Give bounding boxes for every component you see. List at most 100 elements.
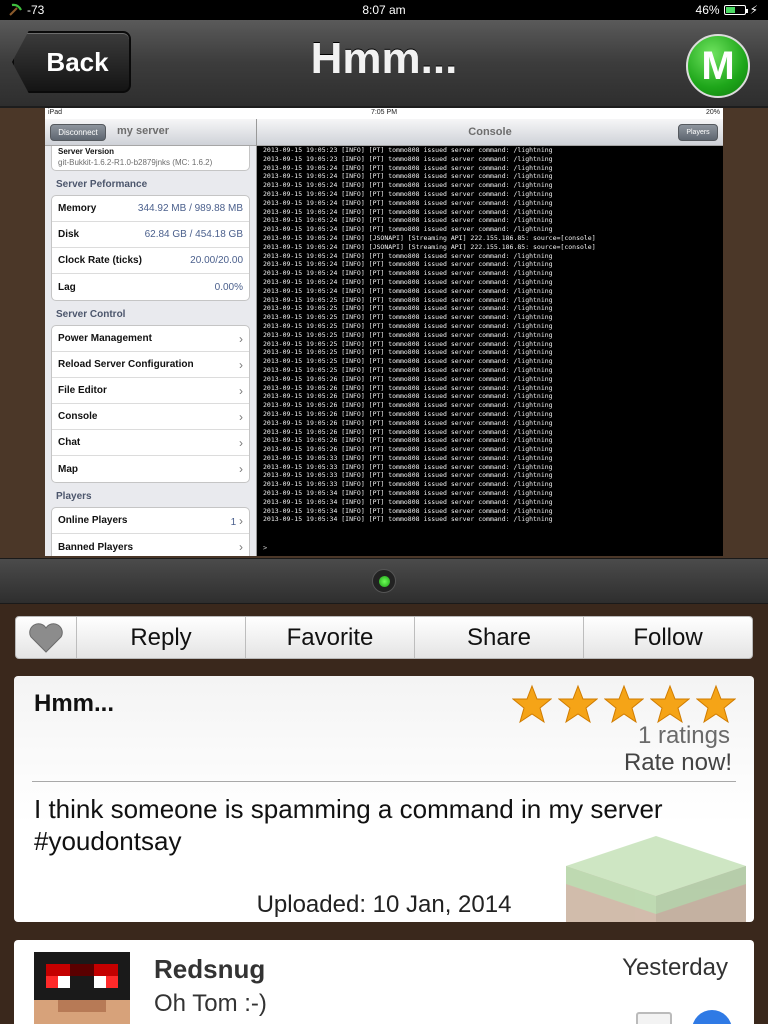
console-line: 2013-09-15 19:05:26 [INFO] [PT] tommo808… bbox=[263, 392, 553, 401]
performance-group: Memory 344.92 MB / 989.88 MB Disk 62.84 … bbox=[51, 195, 250, 301]
action-bar: Reply Favorite Share Follow bbox=[15, 616, 753, 659]
console-line: 2013-09-15 19:05:25 [INFO] [PT] tommo808… bbox=[263, 339, 553, 348]
reply-button[interactable]: Reply bbox=[76, 617, 245, 658]
console-line: 2013-09-15 19:05:25 [INFO] [PT] tommo808… bbox=[263, 348, 553, 357]
embedded-status-bar: iPad 7:05 PM 20% bbox=[45, 108, 723, 119]
control-label: Reload Server Configuration bbox=[58, 359, 194, 370]
page-title: Hmm... bbox=[310, 34, 458, 83]
console-line: 2013-09-15 19:05:25 [INFO] [PT] tommo808… bbox=[263, 295, 553, 304]
control-row: Console › bbox=[52, 404, 249, 430]
console-line: 2013-09-15 19:05:26 [INFO] [PT] tommo808… bbox=[263, 418, 553, 427]
status-right: 46% ⚡ bbox=[696, 3, 758, 17]
avatar[interactable] bbox=[34, 952, 130, 1024]
server-version-label: Server Version bbox=[58, 147, 115, 156]
performance-value: 344.92 MB / 989.88 MB bbox=[137, 203, 243, 214]
navigation-bar: Back Hmm... M bbox=[0, 20, 768, 108]
console-line: 2013-09-15 19:05:34 [INFO] [PT] tommo808… bbox=[263, 489, 553, 498]
status-time: 8:07 am bbox=[362, 3, 406, 17]
console-line: 2013-09-15 19:05:25 [INFO] [PT] tommo808… bbox=[263, 313, 553, 322]
star-icon[interactable] bbox=[650, 684, 690, 724]
console-line: 2013-09-15 19:05:24 [INFO] [PT] tommo808… bbox=[263, 207, 553, 216]
console-line: 2013-09-15 19:05:25 [INFO] [PT] tommo808… bbox=[263, 304, 553, 313]
players-row: Banned Players › bbox=[52, 534, 249, 556]
console-panel: Console Players 2013-09-15 19:05:23 [INF… bbox=[257, 119, 723, 556]
console-line: 2013-09-15 19:05:33 [INFO] [PT] tommo808… bbox=[263, 471, 553, 480]
app-logo[interactable]: M bbox=[686, 34, 750, 98]
control-row: Chat › bbox=[52, 430, 249, 456]
console-line: 2013-09-15 19:05:25 [INFO] [PT] tommo808… bbox=[263, 357, 553, 366]
charging-icon: ⚡ bbox=[749, 3, 758, 17]
performance-row: Disk 62.84 GB / 454.18 GB bbox=[52, 222, 249, 248]
console-line: 2013-09-15 19:05:24 [INFO] [PT] tommo808… bbox=[263, 286, 553, 295]
chevron-right-icon: › bbox=[239, 435, 243, 450]
star-icon[interactable] bbox=[604, 684, 644, 724]
console-line: 2013-09-15 19:05:26 [INFO] [PT] tommo808… bbox=[263, 383, 553, 392]
players-header: Players bbox=[56, 491, 92, 502]
star-rating[interactable] bbox=[512, 684, 736, 724]
mail-icon[interactable] bbox=[636, 1012, 672, 1024]
ratings-count: 1 ratings bbox=[637, 722, 730, 749]
follow-button[interactable]: Follow bbox=[583, 617, 752, 658]
page-indicator-bar bbox=[0, 558, 768, 604]
post-image-area[interactable]: iPad 7:05 PM 20% Disconnect my server Se… bbox=[0, 108, 768, 558]
console-line: 2013-09-15 19:05:24 [INFO] [PT] tommo808… bbox=[263, 189, 553, 198]
comment-item[interactable]: Redsnug Oh Tom :-) Yesterday bbox=[14, 940, 754, 1024]
star-icon[interactable] bbox=[512, 684, 552, 724]
like-button[interactable] bbox=[16, 617, 76, 658]
console-line: 2013-09-15 19:05:26 [INFO] [PT] tommo808… bbox=[263, 427, 553, 436]
disconnect-button: Disconnect bbox=[50, 124, 106, 141]
console-line: 2013-09-15 19:05:34 [INFO] [PT] tommo808… bbox=[263, 515, 553, 524]
console-line: 2013-09-15 19:05:24 [INFO] [PT] tommo808… bbox=[263, 172, 553, 181]
console-title: Console bbox=[468, 126, 512, 138]
server-version-value: git-Bukkit-1.6.2-R1.0-b2879jnks (MC: 1.6… bbox=[58, 158, 213, 167]
console-line: 2013-09-15 19:05:24 [INFO] [JSONAPI] [St… bbox=[263, 242, 596, 251]
console-line: 2013-09-15 19:05:33 [INFO] [PT] tommo808… bbox=[263, 453, 553, 462]
chevron-right-icon: › bbox=[239, 462, 243, 476]
comment-author[interactable]: Redsnug bbox=[154, 954, 265, 985]
embedded-battery: 20% bbox=[705, 109, 720, 116]
control-label: Console bbox=[58, 411, 98, 422]
performance-row: Lag 0.00% bbox=[52, 274, 249, 300]
control-header: Server Control bbox=[56, 309, 126, 320]
page-indicator-dot[interactable] bbox=[372, 569, 396, 593]
back-button[interactable]: Back bbox=[12, 31, 131, 93]
console-line: 2013-09-15 19:05:24 [INFO] [JSONAPI] [St… bbox=[263, 233, 596, 242]
favorite-button[interactable]: Favorite bbox=[245, 617, 414, 658]
console-header: Console Players bbox=[257, 119, 723, 146]
players-row: Online Players 1 › bbox=[52, 508, 249, 534]
battery-percent: 46% bbox=[695, 3, 720, 17]
performance-value: 62.84 GB / 454.18 GB bbox=[144, 229, 243, 240]
upload-date: Uploaded: 10 Jan, 2014 bbox=[256, 891, 512, 918]
control-row: File Editor › bbox=[52, 378, 249, 404]
post-body: I think someone is spamming a command in… bbox=[34, 794, 663, 856]
console-line: 2013-09-15 19:05:26 [INFO] [PT] tommo808… bbox=[263, 401, 553, 410]
share-button[interactable]: Share bbox=[414, 617, 583, 658]
players-group: Online Players 1 › Banned Players › bbox=[51, 507, 250, 556]
control-group: Power Management › Reload Server Configur… bbox=[51, 325, 250, 483]
server-name: my server bbox=[117, 125, 169, 137]
console-line: 2013-09-15 19:05:24 [INFO] [PT] tommo808… bbox=[263, 260, 553, 269]
performance-header: Server Peformance bbox=[56, 179, 148, 190]
post-title: Hmm... bbox=[34, 690, 115, 717]
star-icon[interactable] bbox=[696, 684, 736, 724]
console-line: 2013-09-15 19:05:26 [INFO] [PT] tommo808… bbox=[263, 445, 553, 454]
console-prompt: > bbox=[263, 544, 268, 552]
control-row: Power Management › bbox=[52, 326, 249, 352]
console-line: 2013-09-15 19:05:24 [INFO] [PT] tommo808… bbox=[263, 251, 553, 260]
chevron-right-icon: › bbox=[239, 513, 243, 528]
console-line: 2013-09-15 19:05:25 [INFO] [PT] tommo808… bbox=[263, 330, 553, 339]
performance-label: Lag bbox=[58, 281, 76, 293]
console-line: 2013-09-15 19:05:25 [INFO] [PT] tommo808… bbox=[263, 321, 553, 330]
comment-text: Oh Tom :-) bbox=[154, 990, 267, 1017]
embedded-screenshot: iPad 7:05 PM 20% Disconnect my server Se… bbox=[45, 108, 723, 556]
rate-now-link[interactable]: Rate now! bbox=[624, 749, 732, 777]
reply-icon[interactable] bbox=[692, 1010, 732, 1024]
console-line: 2013-09-15 19:05:23 [INFO] [PT] tommo808… bbox=[263, 154, 553, 163]
console-line: 2013-09-15 19:05:24 [INFO] [PT] tommo808… bbox=[263, 216, 553, 225]
star-icon[interactable] bbox=[558, 684, 598, 724]
server-panel: Disconnect my server Server Version git-… bbox=[45, 119, 257, 556]
console-line: 2013-09-15 19:05:24 [INFO] [PT] tommo808… bbox=[263, 225, 553, 234]
console-line: 2013-09-15 19:05:26 [INFO] [PT] tommo808… bbox=[263, 374, 553, 383]
console-line: 2013-09-15 19:05:24 [INFO] [PT] tommo808… bbox=[263, 269, 553, 278]
performance-label: Disk bbox=[58, 229, 80, 240]
